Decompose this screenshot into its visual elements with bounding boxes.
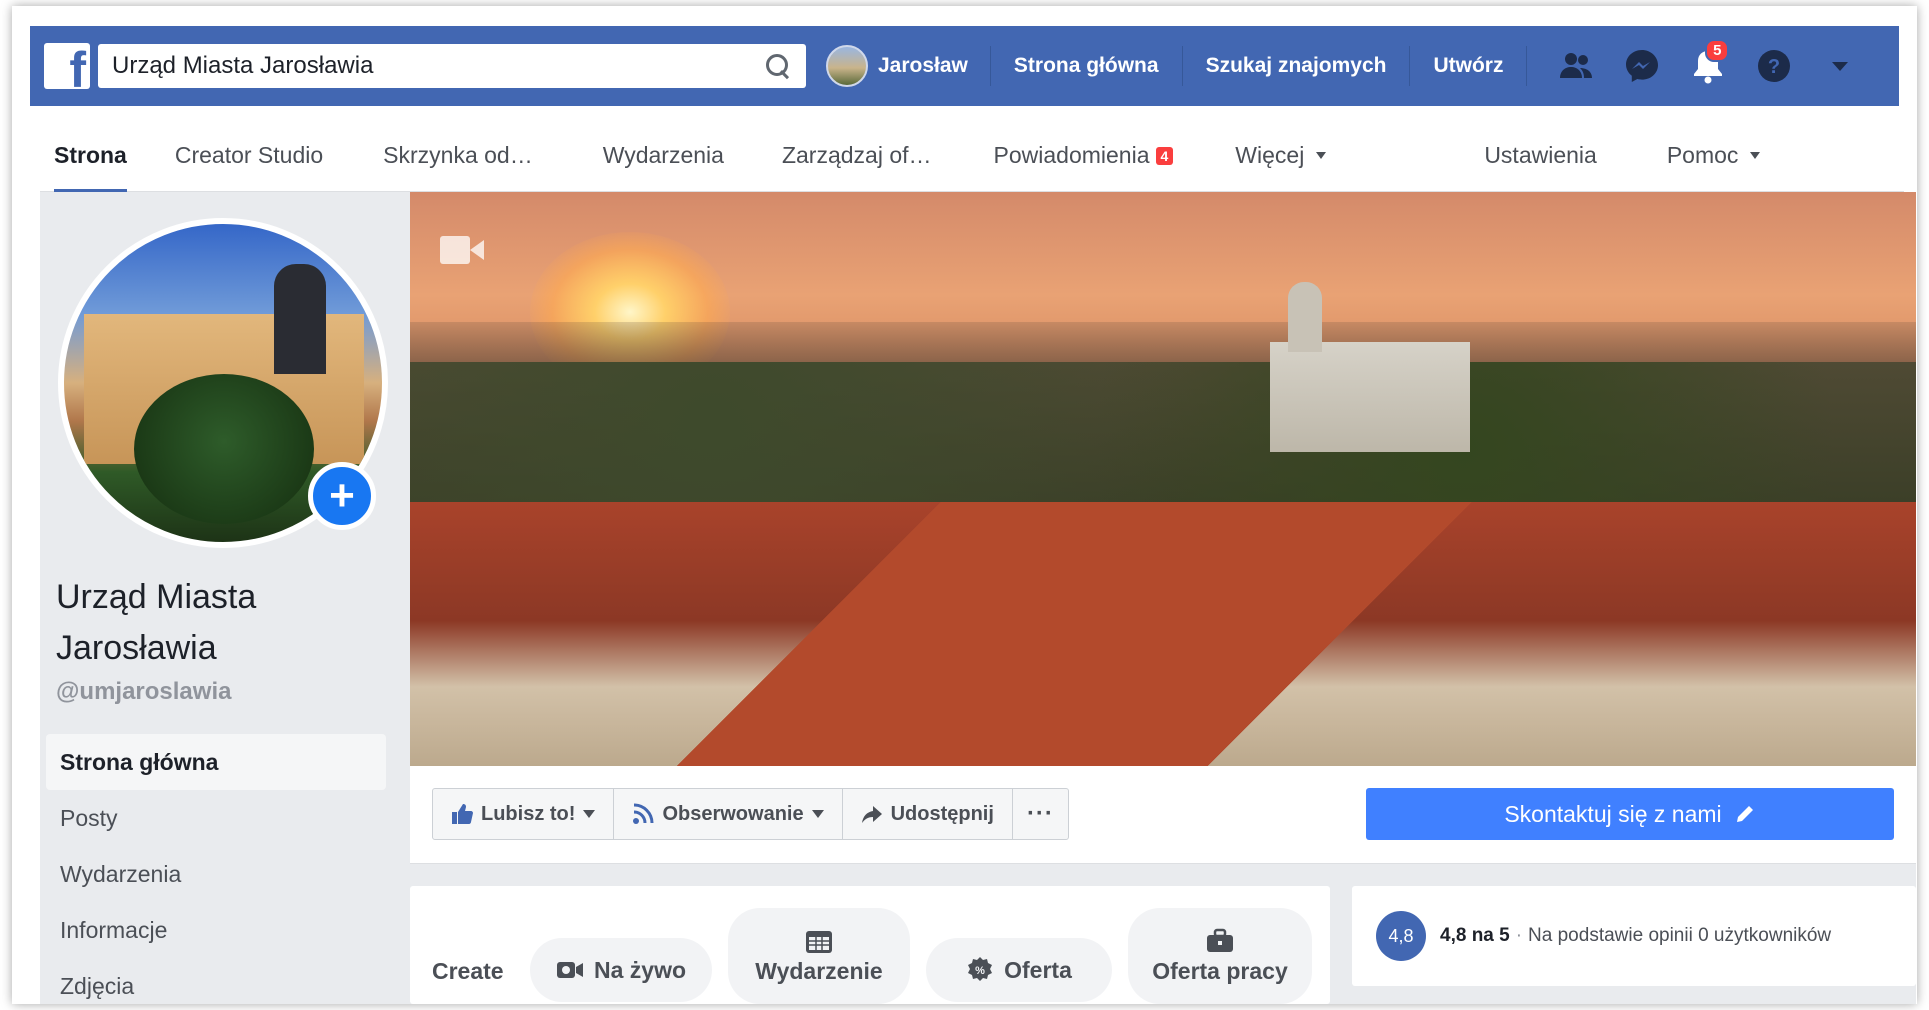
friends-icon[interactable]: [1553, 43, 1599, 89]
tab-creator-studio[interactable]: Creator Studio: [161, 120, 337, 192]
share-button[interactable]: Udostępnij: [843, 789, 1013, 839]
messenger-icon[interactable]: [1619, 43, 1665, 89]
tab-notification-badge: 4: [1155, 146, 1174, 165]
chevron-down-icon: [583, 810, 596, 818]
left-sidebar: + Urząd Miasta Jarosławia @umjaroslawia …: [40, 192, 410, 1004]
video-camera-icon: [556, 962, 583, 978]
sidebar-item-photos[interactable]: Zdjęcia: [46, 958, 386, 1004]
more-options-button[interactable]: ···: [1013, 789, 1068, 839]
briefcase-icon: [1207, 928, 1233, 952]
create-label: Create: [432, 958, 504, 984]
page-title: Urząd Miasta Jarosławia: [56, 578, 257, 667]
rating-description[interactable]: Na podstawie opinii 0 użytkowników: [1528, 925, 1831, 947]
sidebar-item-home[interactable]: Strona główna: [46, 734, 386, 790]
rating-separator: ·: [1515, 925, 1523, 946]
tab-inbox[interactable]: Skrzynka od…: [369, 120, 547, 192]
user-profile-link[interactable]: Jarosław: [826, 45, 991, 87]
page-tabs: Strona Creator Studio Skrzynka od… Wydar…: [40, 120, 1904, 193]
svg-text:?: ?: [1768, 56, 1780, 78]
share-arrow-icon: [861, 806, 882, 823]
go-live-button[interactable]: Na żywo: [530, 938, 712, 1002]
sidebar-item-about[interactable]: Informacje: [46, 902, 386, 958]
create-job-offer-button[interactable]: Oferta pracy: [1128, 908, 1312, 1004]
user-name: Jarosław: [878, 54, 968, 77]
search-input[interactable]: Urząd Miasta Jarosławia: [112, 52, 373, 80]
page-side-navigation: Strona główna Posty Wydarzenia Informacj…: [46, 734, 386, 1004]
find-friends-link[interactable]: Szukaj znajomych: [1183, 46, 1411, 86]
page-content-area: Create Na żywo Wydarzenie % Oferta Ofert…: [410, 864, 1916, 1004]
chevron-down-icon: [811, 810, 824, 818]
add-photo-button[interactable]: +: [308, 462, 376, 530]
contact-us-button[interactable]: Skontaktuj się z nami: [1366, 788, 1894, 840]
tab-events[interactable]: Wydarzenia: [589, 120, 738, 192]
avatar: [826, 45, 868, 87]
svg-text:%: %: [975, 965, 985, 977]
search-bar[interactable]: Urząd Miasta Jarosławia: [98, 44, 806, 88]
tab-manage-offers[interactable]: Zarządzaj of…: [768, 120, 946, 192]
offer-tag-icon: %: [968, 957, 993, 981]
tab-help[interactable]: Pomoc: [1653, 120, 1775, 192]
thumbs-up-icon: [452, 804, 473, 824]
top-navigation-bar: f Urząd Miasta Jarosławia Jarosław Stron…: [30, 26, 1899, 106]
page-action-bar: Lubisz to! Obserwowanie Udostępnij ··· S…: [410, 766, 1916, 864]
sidebar-item-posts[interactable]: Posty: [46, 790, 386, 846]
facebook-logo-icon[interactable]: f: [44, 43, 90, 89]
tab-strona[interactable]: Strona: [40, 120, 141, 193]
tab-settings[interactable]: Ustawienia: [1470, 120, 1611, 192]
notification-count-badge: 5: [1705, 39, 1730, 62]
rating-score: 4,8 na 5: [1440, 925, 1510, 946]
follow-button[interactable]: Obserwowanie: [614, 789, 843, 839]
tab-more[interactable]: Więcej: [1221, 120, 1340, 192]
help-icon[interactable]: ?: [1751, 43, 1797, 89]
dropdown-icon[interactable]: [1817, 43, 1863, 89]
page-actions-group: Lubisz to! Obserwowanie Udostępnij ···: [432, 788, 1069, 840]
church-image: [1270, 282, 1470, 452]
tab-notifications[interactable]: Powiadomienia 4: [980, 120, 1188, 192]
chevron-down-icon: [1316, 152, 1327, 159]
home-link[interactable]: Strona główna: [991, 46, 1183, 86]
create-link[interactable]: Utwórz: [1410, 46, 1528, 86]
sidebar-item-events[interactable]: Wydarzenia: [46, 846, 386, 902]
search-icon[interactable]: [764, 52, 792, 80]
rss-icon: [633, 803, 654, 824]
cover-photo[interactable]: [410, 192, 1916, 766]
page-handle[interactable]: @umjaroslawia: [56, 678, 231, 706]
create-post-card: Create Na żywo Wydarzenie % Oferta Ofert…: [410, 886, 1330, 1004]
like-button[interactable]: Lubisz to!: [433, 789, 615, 839]
browser-frame: f Urząd Miasta Jarosławia Jarosław Stron…: [12, 6, 1917, 1004]
rating-badge: 4,8: [1376, 911, 1426, 961]
rating-card: 4,8 4,8 na 5 · Na podstawie opinii 0 uży…: [1352, 886, 1916, 986]
chevron-down-icon: [1750, 152, 1761, 159]
pencil-icon: [1736, 806, 1753, 822]
notifications-icon[interactable]: 5: [1685, 39, 1731, 89]
create-offer-button[interactable]: % Oferta: [926, 938, 1112, 1002]
video-camera-icon[interactable]: [440, 236, 486, 264]
create-event-button[interactable]: Wydarzenie: [728, 908, 910, 1004]
calendar-icon: [806, 930, 832, 953]
